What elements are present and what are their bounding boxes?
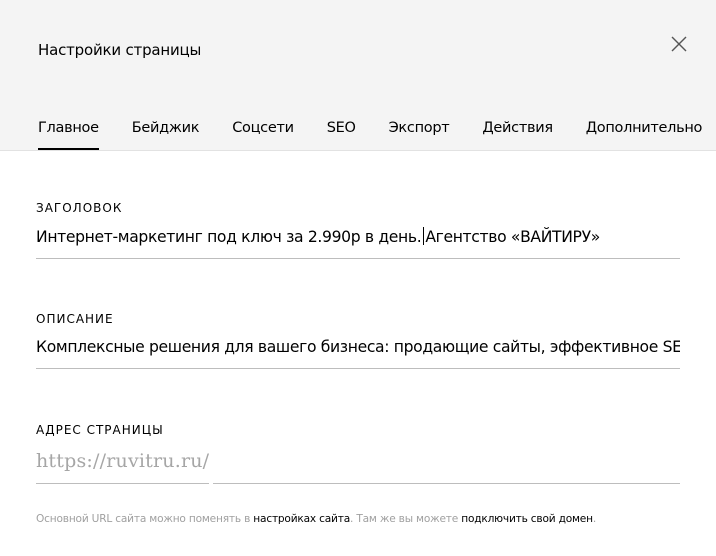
heading-input[interactable]: Интернет-маркетинг под ключ за 2.990р в … [36,227,680,259]
url-hint: Основной URL сайта можно поменять в наст… [36,512,676,526]
address-input[interactable] [213,449,680,484]
tab-export[interactable]: Экспорт [389,117,450,151]
hint-text-2: . Там же вы можете [350,513,462,525]
site-settings-link[interactable]: настройках сайта [253,513,350,525]
tab-bar: Главное Бейджик Соцсети SEO Экспорт Дейс… [38,117,702,151]
address-prefix: https://ruvitru.ru/ [36,449,210,484]
heading-value-end: Агентство «ВАЙТИРУ» [425,228,600,246]
page-settings-dialog: Настройки страницы Главное Бейджик Соцсе… [0,0,716,556]
description-input[interactable]: Комплексные решения для вашего бизнеса: … [36,338,680,369]
address-field-group: Адрес страницы https://ruvitru.ru/ [36,423,680,484]
connect-domain-link[interactable]: подключить свой домен [461,513,593,525]
tab-actions[interactable]: Действия [482,117,553,151]
hint-text-1: Основной URL сайта можно поменять в [36,513,254,525]
hint-text-3: . [592,513,597,525]
heading-field-group: Заголовок Интернет-маркетинг под ключ за… [36,201,680,259]
heading-label: Заголовок [36,201,123,215]
tab-additional[interactable]: Дополнительно [586,117,703,151]
address-label: Адрес страницы [36,423,164,437]
dialog-header: Настройки страницы Главное Бейджик Соцсе… [0,0,716,151]
description-label: Описание [36,312,114,326]
close-icon [671,36,687,52]
address-row: https://ruvitru.ru/ [36,449,680,484]
tab-badge[interactable]: Бейджик [132,117,200,151]
heading-value-start: Интернет-маркетинг под ключ за 2.990р в … [36,228,422,246]
tab-seo[interactable]: SEO [327,117,356,151]
tab-social[interactable]: Соцсети [232,117,294,151]
description-field-group: Описание Комплексные решения для вашего … [36,312,680,369]
close-button[interactable] [668,33,690,55]
dialog-title: Настройки страницы [38,41,202,59]
description-value: Комплексные решения для вашего бизнеса: … [36,338,680,356]
tab-main[interactable]: Главное [38,117,99,151]
